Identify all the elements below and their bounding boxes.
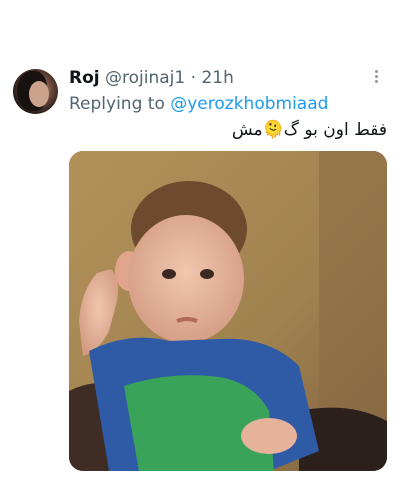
- timestamp[interactable]: 21h: [201, 68, 233, 88]
- tweet-card[interactable]: Roj @rojinaj1 · 21h Replying to @yerozkh…: [0, 0, 400, 500]
- separator-dot: ·: [190, 68, 197, 88]
- replying-to-label: Replying to: [69, 94, 165, 114]
- media-illustration: [69, 151, 387, 471]
- reply-to-handle-link[interactable]: @yerozkhobmiaad: [170, 94, 328, 114]
- display-name[interactable]: Roj: [69, 68, 100, 88]
- tweet-header: Roj @rojinaj1 · 21h: [69, 67, 234, 89]
- replying-to-line: Replying to @yerozkhobmiaad: [69, 93, 328, 115]
- more-options-icon[interactable]: [371, 68, 381, 86]
- tweet-media-image[interactable]: [69, 151, 387, 471]
- tweet-text: فقط اون بو گ🫠مش: [231, 120, 387, 140]
- avatar-face: [29, 81, 49, 107]
- user-handle[interactable]: @rojinaj1: [105, 68, 185, 88]
- avatar[interactable]: [13, 69, 58, 114]
